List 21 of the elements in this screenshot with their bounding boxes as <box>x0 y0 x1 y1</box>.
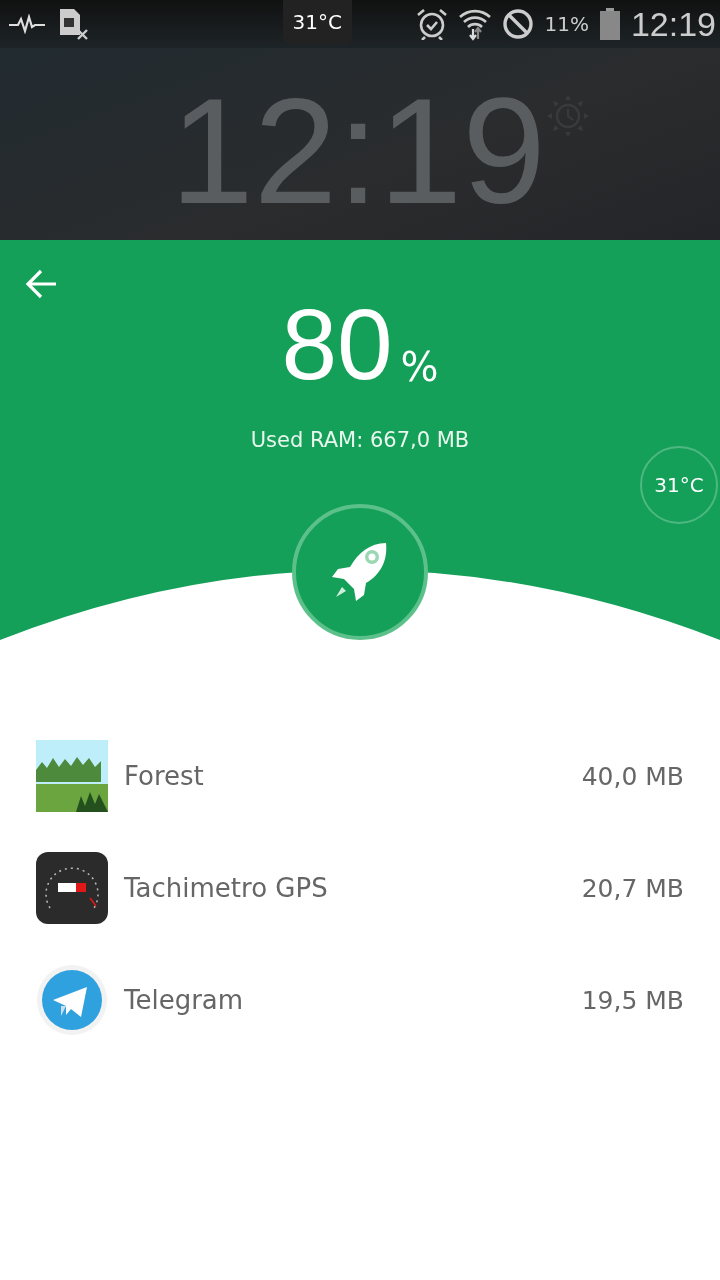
used-ram-label: Used RAM: 667,0 MB <box>250 428 470 452</box>
app-name: Tachimetro GPS <box>124 873 329 903</box>
app-size: 40,0 MB <box>581 761 684 791</box>
app-size: 19,5 MB <box>581 985 684 1015</box>
temperature-badge: 31°C <box>640 446 718 524</box>
forest-icon <box>36 740 108 812</box>
app-size: 20,7 MB <box>581 873 684 903</box>
battery-icon <box>598 7 621 41</box>
percent-sign: % <box>400 344 439 390</box>
app-name: Forest <box>124 761 205 791</box>
pulse-icon <box>8 14 46 34</box>
paper-plane-icon <box>36 964 108 1036</box>
do-not-disturb-icon <box>502 8 535 40</box>
wifi-icon <box>458 7 493 41</box>
alarm-clock-icon <box>416 8 449 40</box>
battery-percent: 11% <box>544 12 589 36</box>
status-time: 12:19 <box>630 4 716 44</box>
app-name: Telegram <box>124 985 245 1015</box>
speedometer-icon <box>36 852 108 924</box>
temperature-badge: 31°C <box>282 0 352 44</box>
ram-percent: 80 <box>281 296 393 392</box>
